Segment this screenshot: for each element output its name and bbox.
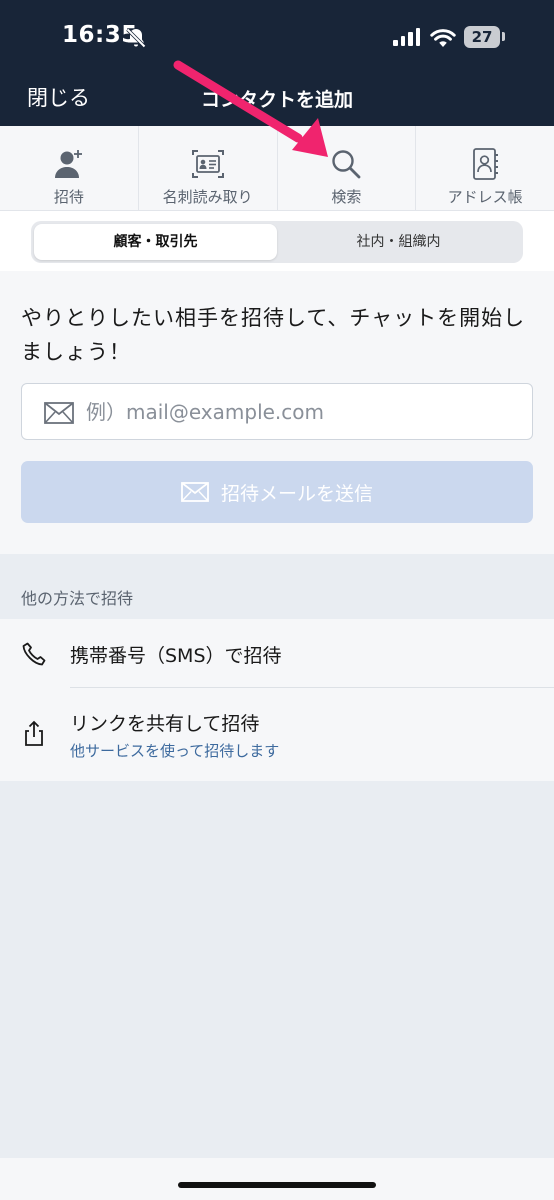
search-tool-button[interactable]: 検索 xyxy=(278,126,417,210)
wifi-icon xyxy=(430,29,456,47)
bottom-safe-area xyxy=(0,1158,554,1200)
top-bar: 16:35 27 閉じる コンタクトを追加 xyxy=(0,0,554,126)
contact-type-segmented-control: 顧客・取引先 社内・組織内 xyxy=(31,221,523,263)
send-invite-label: 招待メールを送信 xyxy=(220,482,373,505)
scan-card-tool-label: 名刺読み取り xyxy=(162,188,253,206)
search-icon xyxy=(332,150,361,179)
email-field-container xyxy=(21,383,533,440)
phone-icon xyxy=(22,642,46,666)
segment-container: 顧客・取引先 社内・組織内 xyxy=(0,211,554,271)
invite-by-sms-item[interactable]: 携帯番号（SMS）で招待 xyxy=(0,619,554,688)
add-person-icon xyxy=(54,150,82,178)
share-link-item[interactable]: リンクを共有して招待 他サービスを使って招待します xyxy=(0,688,554,781)
share-link-subtitle: 他サービスを使って招待します xyxy=(70,742,280,760)
invite-by-sms-label: 携帯番号（SMS）で招待 xyxy=(70,645,282,667)
invite-tool-button[interactable]: 招待 xyxy=(0,126,139,210)
share-icon xyxy=(25,720,43,746)
segment-internal[interactable]: 社内・組織内 xyxy=(277,224,520,260)
business-card-scan-icon xyxy=(191,150,224,178)
battery-tip xyxy=(502,32,505,41)
search-tool-label: 検索 xyxy=(331,188,362,206)
contact-toolbar: 招待 名刺読み取り 検索 アドレス帳 xyxy=(0,126,554,211)
invite-card: やりとりしたい相手を招待して、チャットを開始しましょう！ 招待メールを送信 xyxy=(0,271,554,554)
cellular-signal-icon xyxy=(393,28,420,46)
battery-indicator: 27 xyxy=(464,26,500,48)
invite-tool-label: 招待 xyxy=(53,188,84,206)
address-book-icon xyxy=(473,148,499,180)
address-book-tool-label: アドレス帳 xyxy=(447,188,523,206)
share-link-label: リンクを共有して招待 xyxy=(70,713,260,735)
mail-icon xyxy=(44,402,74,424)
home-indicator xyxy=(178,1182,376,1188)
other-methods-label: 他の方法で招待 xyxy=(21,589,134,608)
scan-card-tool-button[interactable]: 名刺読み取り xyxy=(139,126,278,210)
mail-icon xyxy=(181,482,209,502)
address-book-tool-button[interactable]: アドレス帳 xyxy=(416,126,554,210)
other-methods-list: 携帯番号（SMS）で招待 リンクを共有して招待 他サービスを使って招待します xyxy=(0,619,554,781)
page-title: コンタクトを追加 xyxy=(200,89,353,111)
email-input[interactable] xyxy=(86,392,516,432)
invite-message: やりとりしたい相手を招待して、チャットを開始しましょう！ xyxy=(21,306,526,364)
send-invite-button[interactable]: 招待メールを送信 xyxy=(21,461,533,523)
bell-muted-icon xyxy=(126,28,146,48)
segment-customers[interactable]: 顧客・取引先 xyxy=(34,224,277,260)
